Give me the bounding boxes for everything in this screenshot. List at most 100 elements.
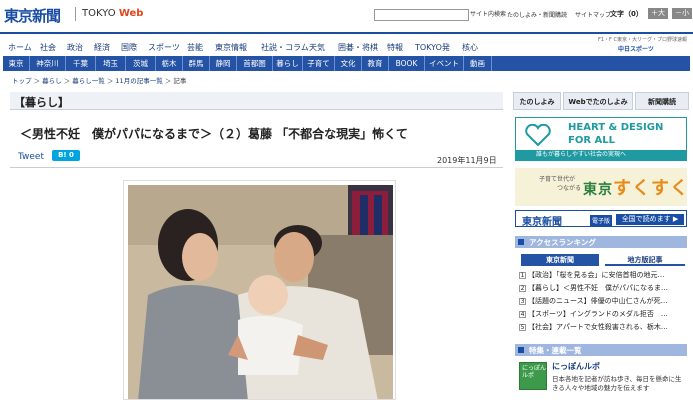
ranking-item[interactable]: 3 【話題のニュース】俳優の中山仁さんが死… — [519, 296, 685, 307]
ranking-tab-local[interactable]: 地方版記事 — [605, 254, 685, 266]
heart-banner-sub: 誰もが暮らしやすい社会の実現へ — [516, 150, 686, 160]
feature-item-title[interactable]: にっぽんルポ — [552, 361, 600, 372]
feature-title: 特集・連載一覧 — [529, 346, 582, 355]
nav2-item[interactable]: イベント — [425, 56, 464, 71]
search-input[interactable] — [374, 9, 469, 21]
digital-edition-tag: 電子版 — [590, 215, 613, 226]
nav2-item[interactable]: 栃木 — [156, 56, 183, 71]
ranking-item[interactable]: 5 【社会】アパートで女性殺害される、栃木… — [519, 322, 685, 333]
nav-item[interactable]: 国際 — [121, 42, 137, 53]
nav-item[interactable]: 東京情報 — [215, 42, 247, 53]
ranking-item[interactable]: 1 【政治】「桜を見る会」に安倍首相の地元… — [519, 270, 685, 281]
sukusuku-banner[interactable]: 子育て世代が つながる 東京すくすく — [515, 168, 689, 206]
digital-edition-logo: 東京新聞 — [522, 217, 562, 228]
nav-item[interactable]: 核心 — [462, 42, 478, 53]
nav2-item[interactable]: 教育 — [362, 56, 389, 71]
nav-item[interactable]: 天気 — [309, 42, 325, 53]
feature-item-desc: 日本各地を記者が訪ね歩き、毎日を懸命に生きる人々や地域の魅力を伝えます — [552, 375, 682, 392]
nav2-item[interactable]: 子育て — [303, 56, 335, 71]
nav2-item[interactable]: 神奈川 — [30, 56, 66, 71]
breadcrumb-item[interactable]: 暮らし一覧 — [72, 77, 105, 85]
site-logo[interactable]: 東京新聞 — [4, 5, 61, 26]
header-rule — [0, 32, 693, 34]
ranking-item-text: 【スポーツ】イングランドのメダル拒否 … — [528, 310, 668, 318]
site-sublogo[interactable]: TOKYO Web — [82, 8, 143, 19]
ranking-header: アクセスランキング — [515, 236, 687, 248]
top-link-sitemap[interactable]: サイトマップ — [575, 12, 611, 19]
nav2-item[interactable]: 千葉 — [66, 56, 96, 71]
ranking-item-text: 【社会】アパートで女性殺害される、栃木… — [528, 323, 668, 331]
sublogo-prefix: TOKYO — [82, 8, 116, 19]
nav-item[interactable]: TOKYO発 — [415, 42, 450, 53]
nav-item[interactable]: スポーツ — [148, 42, 180, 53]
hatena-bookmark-button[interactable]: B! 0 — [52, 150, 80, 161]
breadcrumb-item[interactable]: トップ — [12, 77, 32, 85]
ranking-tabs: 東京新聞 地方版記事 — [515, 254, 687, 266]
secondary-nav: 東京 神奈川 千葉 埼玉 茨城 栃木 群馬 静岡 首都圏 暮らし 子育て 文化 … — [3, 56, 690, 71]
nav2-item[interactable]: 首都圏 — [237, 56, 273, 71]
nippon-rupo-icon-text: にっぽんルポ — [522, 365, 547, 379]
ranking-item-text: 【話題のニュース】俳優の中山仁さんが死… — [528, 297, 668, 305]
brand-right-logo[interactable]: 中日スポーツ — [618, 44, 654, 53]
heart-banner-line2: FOR ALL — [568, 135, 615, 146]
nav-item[interactable]: 特報 — [387, 42, 403, 53]
top-link-subscribe[interactable]: たのしよみ・新聞購読 — [507, 12, 567, 19]
nippon-rupo-icon[interactable]: にっぽんルポ — [519, 362, 547, 390]
sukusuku-title: すくすく — [613, 178, 689, 199]
heart-banner-line1: HEART & DESIGN — [568, 122, 664, 133]
sukusuku-logo: 東京すくすく — [583, 174, 689, 200]
heart-design-banner[interactable]: HEART & DESIGN FOR ALL 誰もが暮らしやすい社会の実現へ — [515, 117, 687, 161]
nav2-item[interactable]: BOOK — [389, 56, 425, 71]
nav2-item[interactable]: 埼玉 — [96, 56, 126, 71]
breadcrumb-current: 記事 — [173, 77, 187, 85]
section-header: 【暮らし】 — [10, 92, 503, 110]
nav-item[interactable]: 経済 — [94, 42, 110, 53]
digital-edition-banner[interactable]: 東京新聞 電子版 全国で読めます ▶ — [515, 210, 687, 228]
ranking-tab-tokyo[interactable]: 東京新聞 — [521, 254, 599, 266]
ranking-item[interactable]: 4 【スポーツ】イングランドのメダル拒否 … — [519, 309, 685, 320]
nav-item[interactable]: 社会 — [40, 42, 56, 53]
search-button[interactable]: サイト内検索 — [470, 9, 506, 18]
article-photo — [123, 180, 396, 400]
section-title: 【暮らし】 — [14, 96, 69, 109]
sidebar-tab-subscribe[interactable]: 新聞購読 — [635, 92, 689, 110]
breadcrumb-item[interactable]: 11月の記事一覧 — [115, 77, 162, 85]
sukusuku-line2: つながる — [557, 185, 582, 192]
nav2-item[interactable]: 文化 — [335, 56, 362, 71]
brand-right-caption: F1・F C東京・大リーグ・プロ野球速報 — [598, 37, 688, 43]
top-links: たのしよみ・新聞購読 サイトマップ — [507, 10, 617, 19]
article-rule — [10, 167, 503, 168]
font-size-label: 文字（0） — [610, 10, 643, 18]
article-headline: ＜男性不妊 僕がパパになるまで＞（２）葛藤 「不都合な現実」怖くて — [20, 127, 408, 141]
nav2-item[interactable]: 暮らし — [273, 56, 303, 71]
sublogo-accent: Web — [118, 8, 144, 19]
nav2-item[interactable]: 静岡 — [210, 56, 237, 71]
ranking-item-text: 【暮らし】＜男性不妊 僕がパパになるま… — [528, 284, 668, 292]
primary-nav: ホーム 社会 政治 経済 国際 スポーツ 芸能 東京情報 社説・コラム 天気 囲… — [0, 40, 500, 56]
family-photo-image — [128, 185, 393, 399]
sidebar-tab-tanoshiyomi[interactable]: たのしよみ — [513, 92, 561, 110]
nav2-item[interactable]: 茨城 — [126, 56, 156, 71]
font-larger-button[interactable]: ＋大 — [648, 8, 668, 19]
nav-item[interactable]: 社説・コラム — [261, 42, 309, 53]
sidebar-tab-web-tanoshiyomi[interactable]: Webでたのしよみ — [563, 92, 633, 110]
top-bar: 東京新聞 TOKYO Web サイト内検索 たのしよみ・新聞購読 サイトマップ … — [0, 0, 693, 30]
nav-item[interactable]: 囲碁・将棋 — [338, 42, 378, 53]
breadcrumb: トップ ＞ 暮らし ＞ 暮らし一覧 ＞ 11月の記事一覧 ＞ 記事 — [12, 77, 187, 85]
nav-item[interactable]: 芸能 — [187, 42, 203, 53]
font-smaller-button[interactable]: －小 — [672, 8, 692, 19]
feature-header: 特集・連載一覧 — [515, 344, 687, 356]
ranking-item-text: 【政治】「桜を見る会」に安倍首相の地元… — [528, 271, 665, 279]
nav-item[interactable]: 政治 — [67, 42, 83, 53]
ranking-item[interactable]: 2 【暮らし】＜男性不妊 僕がパパになるま… — [519, 283, 685, 294]
ranking-bullet-icon — [518, 239, 524, 245]
ranking-title: アクセスランキング — [529, 238, 596, 247]
nav2-item[interactable]: 群馬 — [183, 56, 210, 71]
breadcrumb-item[interactable]: 暮らし — [42, 77, 62, 85]
tweet-button[interactable]: Tweet — [18, 152, 44, 162]
digital-edition-cta[interactable]: 全国で読めます ▶ — [616, 214, 684, 225]
nav2-item[interactable]: 動画 — [464, 56, 492, 71]
nav-item[interactable]: ホーム — [8, 42, 32, 53]
nav2-item[interactable]: 東京 — [3, 56, 30, 71]
sidebar-tabs: たのしよみ Webでたのしよみ 新聞購読 — [513, 92, 689, 110]
